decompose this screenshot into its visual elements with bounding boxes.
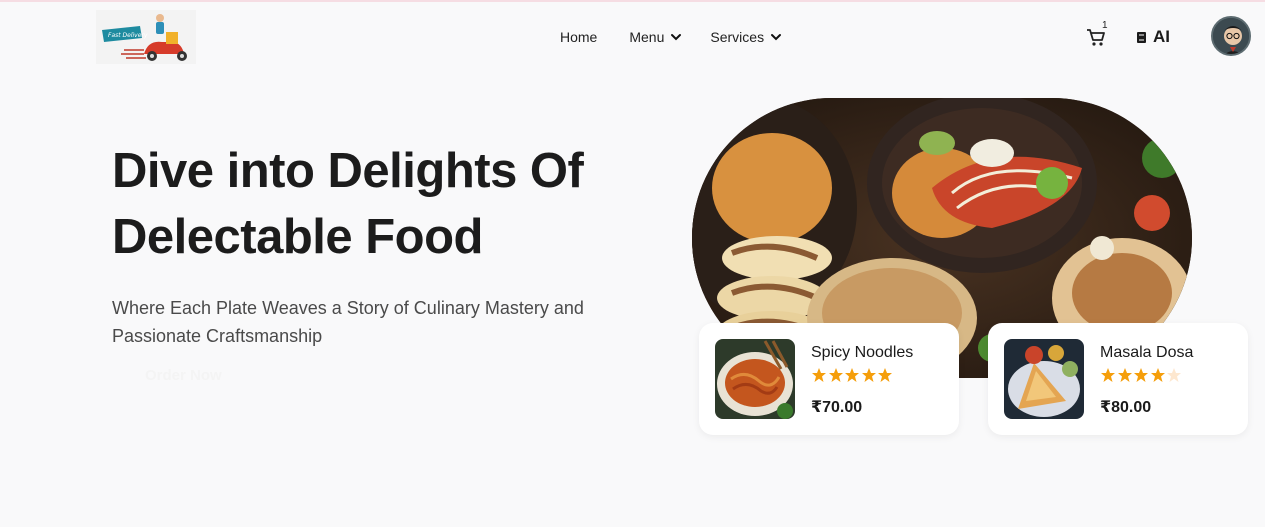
masala-dosa-image: [1004, 339, 1084, 419]
ai-button[interactable]: AI: [1136, 27, 1170, 47]
star-filled-icon: [845, 368, 859, 382]
ai-label: AI: [1153, 27, 1170, 46]
food-price: ₹80.00: [1100, 399, 1152, 416]
nav-services-label: Services: [710, 29, 765, 45]
book-icon: [1137, 31, 1146, 43]
order-now-button[interactable]: Order Now: [112, 362, 262, 388]
star-filled-icon: [812, 368, 826, 382]
user-avatar[interactable]: [1211, 16, 1251, 56]
nav-home[interactable]: Home: [560, 28, 597, 46]
star-empty-icon: [1167, 368, 1181, 382]
chevron-down-icon: [771, 34, 782, 41]
nav-services[interactable]: Services: [710, 28, 782, 46]
chevron-down-icon: [671, 34, 682, 41]
top-border: [0, 0, 1265, 2]
main-nav: Home Menu Services: [560, 28, 810, 46]
star-filled-icon: [828, 368, 843, 382]
hero-title-line2: Delectable Food: [112, 210, 483, 264]
brand-logo[interactable]: Fast Delivery: [96, 10, 196, 64]
logo-text: Fast Delivery: [108, 32, 148, 39]
hero-title: Dive into Delights Of Delectable Food: [112, 138, 652, 270]
star-filled-icon: [861, 368, 876, 382]
hero-title-line1: Dive into Delights Of: [112, 144, 584, 198]
rating-stars: [811, 367, 894, 383]
nav-menu-label: Menu: [629, 29, 665, 45]
food-card-spicy-noodles[interactable]: Spicy Noodles ₹70.00: [699, 323, 959, 435]
cart-count-badge: 1: [1102, 20, 1108, 31]
food-name: Spicy Noodles: [811, 344, 914, 361]
star-filled-icon: [1117, 368, 1132, 382]
spicy-noodles-image: [715, 339, 795, 419]
svg-text:Fast Delivery: Fast Delivery: [108, 32, 148, 39]
nav-menu[interactable]: Menu: [629, 28, 682, 46]
food-price: ₹70.00: [811, 399, 863, 416]
rating-stars: [1100, 367, 1183, 383]
star-filled-icon: [1134, 368, 1148, 382]
nav-home-label: Home: [560, 29, 598, 45]
star-filled-icon: [1101, 368, 1115, 382]
star-filled-icon: [878, 368, 892, 382]
star-filled-icon: [1150, 368, 1165, 382]
food-name: Masala Dosa: [1100, 344, 1194, 361]
food-card-masala-dosa[interactable]: Masala Dosa ₹80.00: [988, 323, 1248, 435]
hero-subtitle: Where Each Plate Weaves a Story of Culin…: [112, 298, 584, 346]
